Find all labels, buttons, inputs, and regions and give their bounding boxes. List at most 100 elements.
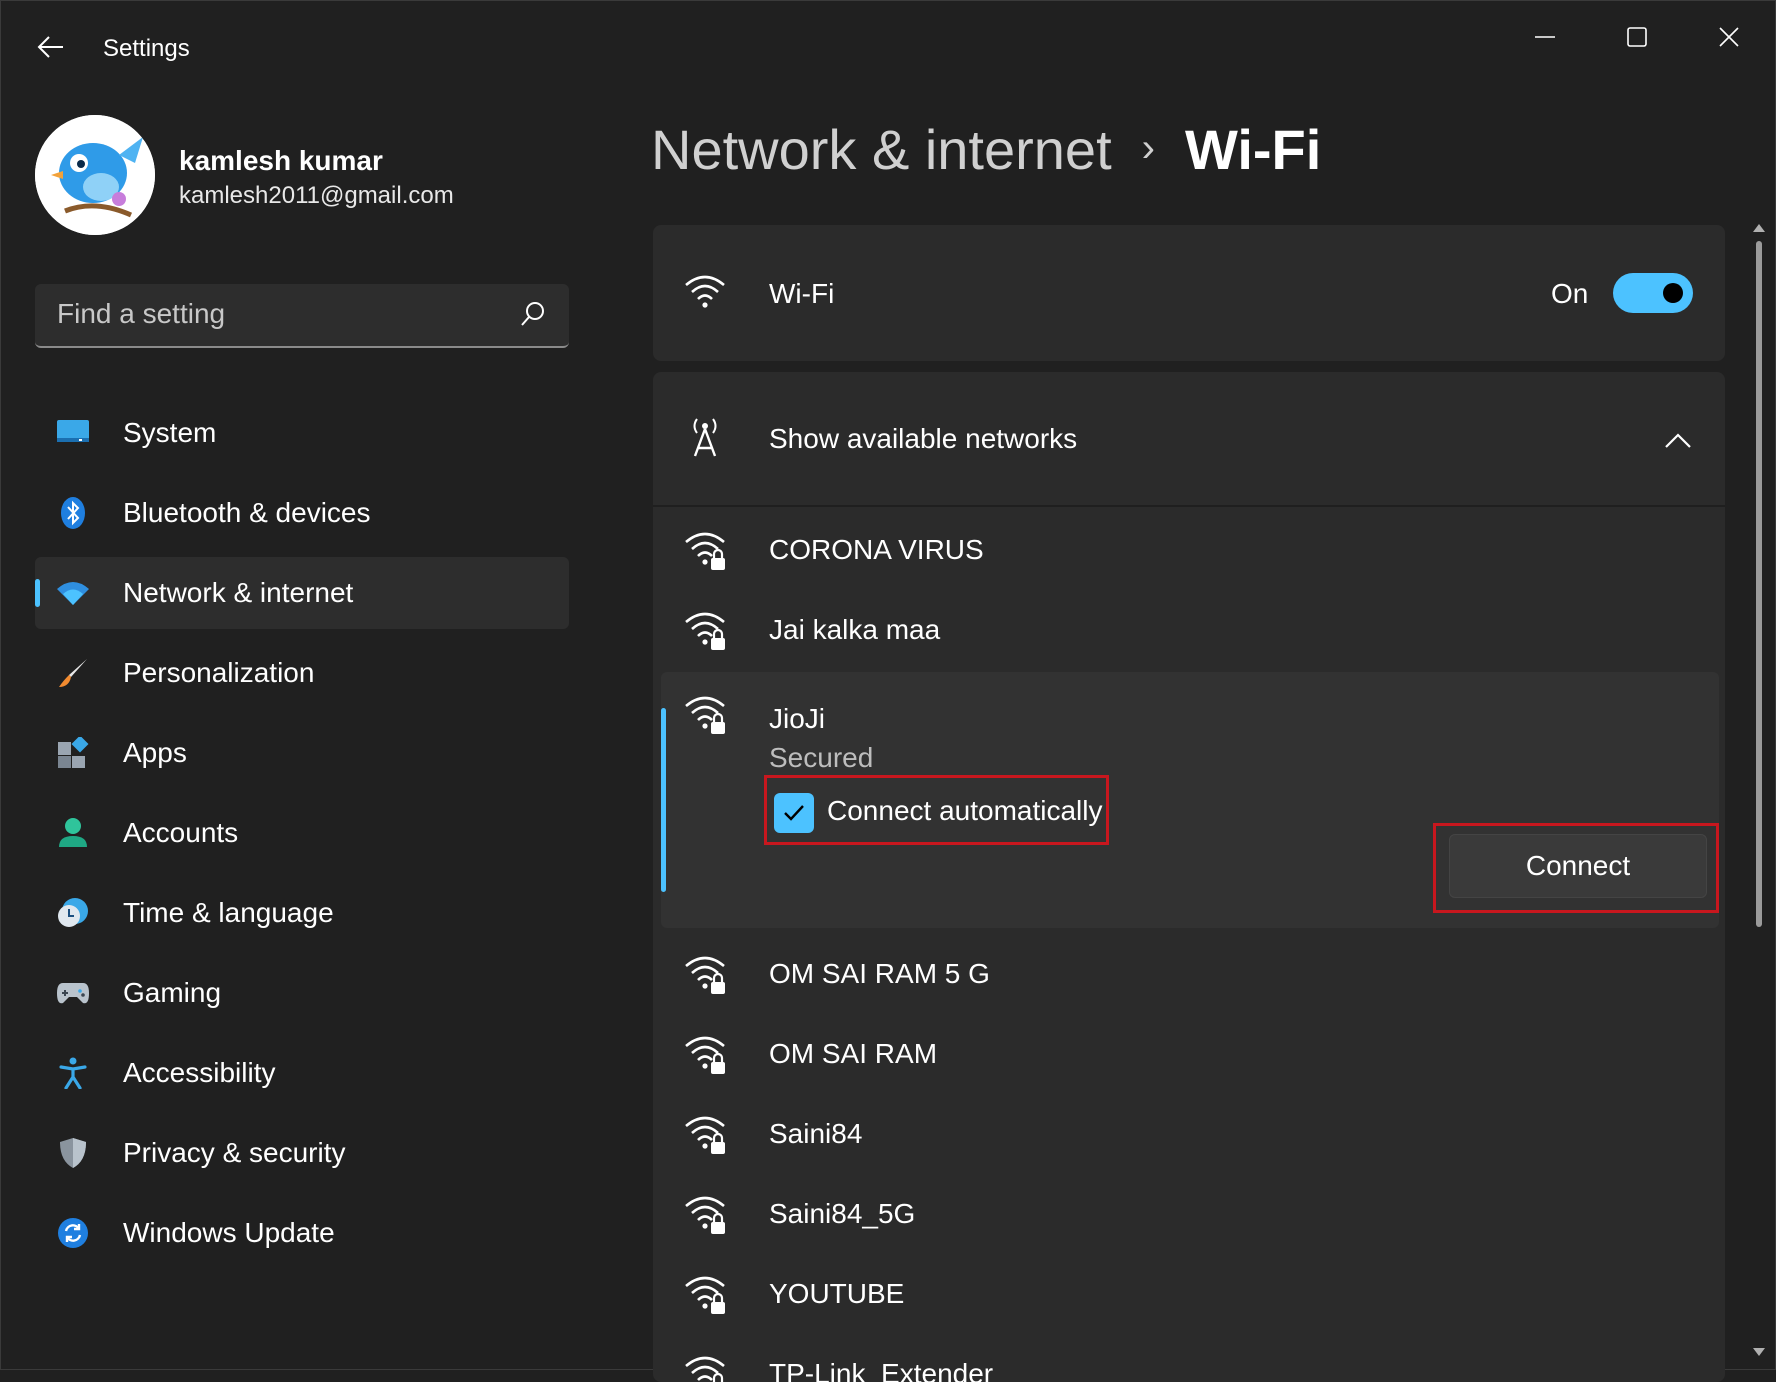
app-title: Settings [103, 35, 190, 62]
search-icon[interactable] [519, 300, 547, 328]
sidebar-item-personalization[interactable]: Personalization [35, 637, 569, 709]
network-name: CORONA VIRUS [769, 534, 984, 565]
antenna-icon [693, 418, 717, 457]
network-name: Jai kalka maa [769, 614, 941, 645]
network-row[interactable]: OM SAI RAM 5 G [653, 936, 1725, 1016]
network-row[interactable]: Saini84 [653, 1096, 1725, 1176]
bird-avatar-icon [35, 115, 155, 235]
sidebar-item-privacy[interactable]: Privacy & security [35, 1117, 569, 1189]
sidebar-item-accounts[interactable]: Accounts [35, 797, 569, 869]
wifi-signal-icon [685, 275, 725, 308]
toggle-knob [1663, 283, 1683, 303]
network-row[interactable]: TP-Link_Extender [653, 1336, 1725, 1382]
sidebar-item-label: Apps [123, 737, 187, 768]
network-row[interactable]: OM SAI RAM [653, 1016, 1725, 1096]
sidebar-nav: System Bluetooth & devices Network & int… [35, 397, 569, 1277]
network-name: Saini84 [769, 1118, 863, 1149]
connect-automatically-checkbox[interactable] [774, 793, 814, 833]
person-icon [57, 817, 89, 849]
sidebar-item-label: Bluetooth & devices [123, 497, 371, 528]
wifi-secured-icon [685, 696, 725, 734]
page-title: Wi-Fi [1184, 118, 1322, 181]
accessibility-icon [57, 1057, 89, 1089]
connect-automatically-highlight: Connect automatically [764, 775, 1109, 845]
show-networks-header[interactable]: Show available networks [653, 372, 1725, 505]
scroll-thumb[interactable] [1756, 241, 1762, 927]
sidebar-item-label: Accounts [123, 817, 239, 848]
checkmark-icon [784, 805, 804, 821]
sidebar-item-label: Privacy & security [123, 1137, 346, 1168]
user-name: kamlesh kumar [179, 145, 383, 176]
wifi-secured-icon [685, 1196, 725, 1234]
wifi-secured-icon [685, 612, 725, 650]
scroll-up-arrow-icon[interactable] [1752, 221, 1766, 235]
connect-button[interactable]: Connect [1449, 834, 1707, 898]
bluetooth-icon [57, 497, 89, 529]
connect-automatically-label[interactable]: Connect automatically [827, 795, 1102, 827]
sidebar-item-time-language[interactable]: Time & language [35, 877, 569, 949]
breadcrumb: Network & internet › Wi-Fi [651, 117, 1321, 182]
selection-indicator [661, 708, 666, 892]
wifi-secured-icon [685, 1036, 725, 1074]
sidebar-item-label: Time & language [123, 897, 334, 928]
back-button[interactable] [31, 27, 71, 67]
wifi-label: Wi-Fi [769, 278, 835, 309]
wifi-secured-icon [685, 1276, 725, 1314]
shield-icon [57, 1137, 89, 1169]
scrollbar[interactable] [1749, 217, 1769, 1367]
connect-button-highlight: Connect [1433, 823, 1719, 913]
breadcrumb-parent[interactable]: Network & internet [651, 118, 1112, 181]
network-name: TP-Link_Extender [769, 1358, 994, 1382]
close-button[interactable] [1697, 15, 1761, 59]
network-name: Saini84_5G [769, 1198, 916, 1229]
wifi-secured-icon [685, 956, 725, 994]
wifi-secured-icon [685, 532, 725, 570]
wifi-secured-icon [685, 1116, 725, 1154]
chevron-up-icon[interactable] [1663, 426, 1693, 456]
network-name: OM SAI RAM 5 G [769, 958, 990, 989]
sidebar-item-label: System [123, 417, 217, 448]
clock-globe-icon [57, 897, 89, 929]
user-email: kamlesh2011@gmail.com [179, 182, 454, 209]
search-box[interactable] [35, 284, 569, 348]
network-name: JioJi [769, 703, 826, 734]
network-name: OM SAI RAM [769, 1038, 938, 1069]
maximize-button[interactable] [1605, 15, 1669, 59]
sidebar-item-label: Gaming [123, 977, 222, 1008]
scroll-down-arrow-icon[interactable] [1752, 1345, 1766, 1359]
sidebar-item-label: Network & internet [123, 577, 354, 608]
sidebar-item-bluetooth[interactable]: Bluetooth & devices [35, 477, 569, 549]
sidebar-item-network[interactable]: Network & internet [35, 557, 569, 629]
sidebar-item-apps[interactable]: Apps [35, 717, 569, 789]
wifi-toggle-card: Wi-Fi On [653, 225, 1725, 361]
network-row[interactable]: Jai kalka maa [653, 592, 1725, 672]
network-row[interactable]: YOUTUBE [653, 1256, 1725, 1336]
wifi-state-label: On [1551, 278, 1589, 309]
network-row-expanded[interactable]: JioJi Secured Connect automatically Conn… [661, 672, 1719, 928]
wifi-toggle[interactable] [1613, 273, 1693, 313]
sidebar-item-accessibility[interactable]: Accessibility [35, 1037, 569, 1109]
avatar[interactable] [35, 115, 155, 235]
network-row[interactable]: Saini84_5G [653, 1176, 1725, 1256]
network-name: YOUTUBE [769, 1278, 905, 1309]
wifi-secured-icon [685, 1356, 725, 1382]
sidebar-item-label: Windows Update [123, 1217, 335, 1248]
gamepad-icon [57, 977, 89, 1009]
show-networks-label: Show available networks [769, 423, 1078, 454]
sidebar-item-gaming[interactable]: Gaming [35, 957, 569, 1029]
close-icon [1719, 27, 1739, 47]
available-networks-card: Show available networks CORONA VIRUS Jai… [653, 372, 1725, 1382]
sidebar-item-windows-update[interactable]: Windows Update [35, 1197, 569, 1269]
settings-window: Settings kamlesh kumar kamlesh2011@gmail… [0, 0, 1776, 1382]
wifi-icon [57, 577, 89, 609]
back-arrow-icon [37, 36, 63, 58]
sidebar-item-label: Personalization [123, 657, 315, 688]
network-row[interactable]: CORONA VIRUS [653, 512, 1725, 592]
monitor-icon [57, 417, 89, 449]
sidebar-item-label: Accessibility [123, 1057, 276, 1088]
minimize-button[interactable] [1513, 15, 1577, 59]
sidebar-item-system[interactable]: System [35, 397, 569, 469]
maximize-icon [1627, 27, 1647, 47]
brush-icon [57, 657, 89, 689]
search-input[interactable] [35, 284, 505, 344]
